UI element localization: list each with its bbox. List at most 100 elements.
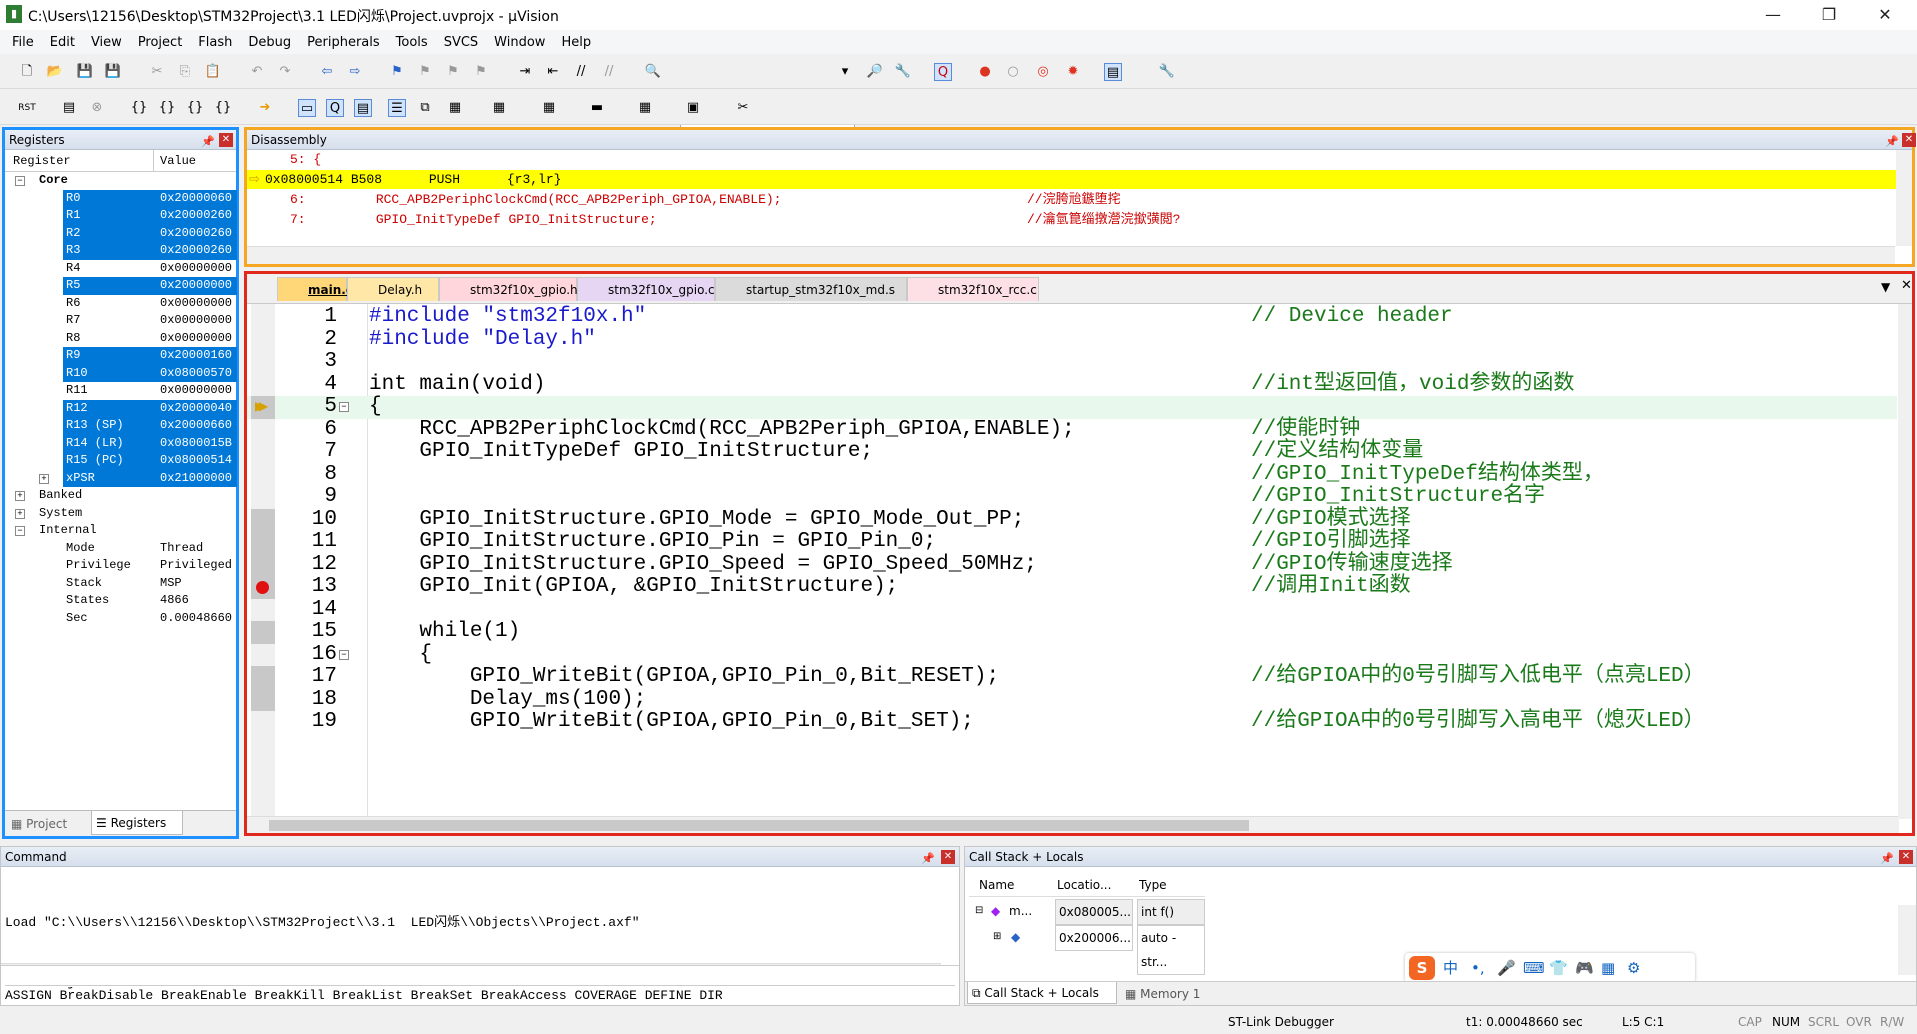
menu-flash[interactable]: Flash <box>190 35 240 50</box>
editor-hscrollbar[interactable] <box>247 816 1899 833</box>
find-dropdown-icon[interactable]: ▾ <box>836 63 854 81</box>
internal-row[interactable]: Mode Thread <box>5 540 236 558</box>
close-button[interactable]: ✕ <box>1862 0 1908 30</box>
find-in-files-icon[interactable]: 🔍 <box>644 63 662 81</box>
insert-breakpoint-icon[interactable]: ● <box>976 63 994 81</box>
callstack-row[interactable]: ⊟ ◆ m... 0x080005... int f() <box>969 899 1205 925</box>
bookmark-clear-icon[interactable]: ⚑ <box>472 63 490 81</box>
ime-settings-icon[interactable]: ⚙ <box>1627 953 1640 983</box>
register-row[interactable]: R14 (LR) 0x0800015B <box>5 434 237 452</box>
watch-window-icon[interactable]: ▦ <box>446 99 464 117</box>
copy-icon[interactable]: ⎘ <box>176 63 194 81</box>
register-row[interactable]: R8 0x00000000 <box>5 330 236 348</box>
column-type[interactable]: Type <box>1139 873 1167 897</box>
menu-help[interactable]: Help <box>553 35 599 50</box>
tab-delay-h[interactable]: Delay.h <box>347 277 439 301</box>
code-line[interactable]: 1 #include "stm32f10x.h" // Device header <box>247 305 1897 329</box>
run-icon[interactable]: ▤ <box>60 99 78 117</box>
kill-all-breakpoints-icon[interactable]: ✹ <box>1064 63 1082 81</box>
code-line[interactable]: 17 GPIO_WriteBit(GPIOA,GPIO_Pin_0,Bit_RE… <box>247 665 1897 689</box>
register-row[interactable]: R2 0x20000260 <box>5 224 237 242</box>
show-next-statement-icon[interactable]: ➜ <box>256 99 274 117</box>
register-value[interactable]: 0x20000660 <box>157 417 237 435</box>
code-line[interactable]: 18 Delay_ms(100); <box>247 688 1897 711</box>
menu-file[interactable]: File <box>4 35 42 50</box>
bookmark-next-icon[interactable]: ⚑ <box>444 63 462 81</box>
close-icon[interactable]: ✕ <box>1902 133 1916 147</box>
register-value[interactable]: 0x21000000 <box>157 469 237 487</box>
tab-registers[interactable]: ☰ Registers <box>91 811 183 835</box>
unindent-icon[interactable]: ⇤ <box>544 63 562 81</box>
stop-icon[interactable]: ⊗ <box>88 99 106 117</box>
register-row[interactable]: R9 0x20000160 <box>5 347 237 365</box>
menu-project[interactable]: Project <box>130 35 190 50</box>
tab-memory-1[interactable]: ▦ Memory 1 <box>1121 984 1221 1004</box>
fold-toggle-icon[interactable]: − <box>339 649 349 660</box>
register-value[interactable]: 0x20000260 <box>157 224 237 242</box>
code-line[interactable]: 7 GPIO_InitTypeDef GPIO_InitStructure; //… <box>247 440 1897 464</box>
command-input[interactable] <box>1 965 959 987</box>
registers-window-icon[interactable]: ☰ <box>388 99 406 117</box>
register-row[interactable]: R6 0x00000000 <box>5 295 236 313</box>
command-window-icon[interactable]: ▭ <box>298 99 316 117</box>
minimize-button[interactable]: — <box>1750 0 1796 30</box>
register-row[interactable]: R11 0x00000000 <box>5 382 236 400</box>
tab-stm32f10x-gpio-h[interactable]: stm32f10x_gpio.h <box>439 277 578 301</box>
nav-forward-icon[interactable]: ⇨ <box>346 63 364 81</box>
serial-window-icon[interactable]: ▦ <box>540 99 558 117</box>
bookmark-icon[interactable]: ⚑ <box>388 63 406 81</box>
ime-punct-icon[interactable]: •, <box>1471 953 1485 983</box>
ime-skin-icon[interactable]: 👕 <box>1549 953 1568 983</box>
call-stack-window-icon[interactable]: ⧉ <box>416 99 434 117</box>
close-icon[interactable]: ✕ <box>1899 850 1913 864</box>
column-location[interactable]: Locatio... <box>1057 873 1111 897</box>
menu-window[interactable]: Window <box>486 35 553 50</box>
close-icon[interactable]: ✕ <box>219 133 233 147</box>
register-row[interactable]: R15 (PC) 0x08000514 <box>5 452 237 470</box>
comment-icon[interactable]: // <box>572 63 590 81</box>
close-icon[interactable]: ✕ <box>941 850 955 864</box>
register-value[interactable]: 0x20000260 <box>157 242 237 260</box>
step-over-icon[interactable]: {} <box>158 99 176 117</box>
ime-mic-icon[interactable]: 🎤 <box>1497 953 1516 983</box>
close-tab-icon[interactable]: ✕ <box>1901 278 1912 293</box>
core-group[interactable]: − Core <box>5 172 236 190</box>
code-line[interactable]: 2 #include "Delay.h" <box>247 328 1897 352</box>
tab-startup-s[interactable]: startup_stm32f10x_md.s <box>715 277 907 301</box>
internal-row[interactable]: Privilege Privileged <box>5 557 236 575</box>
register-value[interactable]: 0x20000000 <box>157 277 237 295</box>
register-value[interactable]: 0x0800015B <box>157 434 237 452</box>
code-line[interactable]: −16 { <box>247 643 1897 667</box>
open-folder-icon[interactable]: 📂 <box>46 63 64 81</box>
register-value[interactable]: 0x20000160 <box>157 347 237 365</box>
disable-breakpoint-icon[interactable]: ○ <box>1004 63 1022 81</box>
uncomment-icon[interactable]: // <box>600 63 618 81</box>
editor-vscrollbar[interactable] <box>1898 304 1912 819</box>
fold-toggle-icon[interactable]: − <box>339 402 349 412</box>
menu-svcs[interactable]: SVCS <box>436 35 486 50</box>
menu-view[interactable]: View <box>83 35 130 50</box>
pin-icon[interactable]: 📌 <box>201 132 215 152</box>
register-row[interactable]: R1 0x20000260 <box>5 207 237 225</box>
register-row[interactable]: R10 0x08000570 <box>5 364 237 382</box>
code-line[interactable]: 19 GPIO_WriteBit(GPIOA,GPIO_Pin_0,Bit_SE… <box>247 710 1897 734</box>
code-line[interactable]: 12 GPIO_InitStructure.GPIO_Speed = GPIO_… <box>247 553 1897 576</box>
disassembly-content[interactable]: 5: { ⇨ 0x08000514 B508 PUSH {r3,lr} 6: R… <box>247 150 1912 246</box>
disable-all-breakpoints-icon[interactable]: ◎ <box>1034 63 1052 81</box>
code-line[interactable]: 11 GPIO_InitStructure.GPIO_Pin = GPIO_Pi… <box>247 530 1897 554</box>
debug-session-icon[interactable]: Q <box>934 63 952 81</box>
maximize-button[interactable]: ❐ <box>1806 0 1852 30</box>
memory-window-icon[interactable]: ▦ <box>490 99 508 117</box>
tab-project[interactable]: ▦ Project <box>7 813 87 835</box>
menu-peripherals[interactable]: Peripherals <box>299 35 388 50</box>
ime-apps-icon[interactable]: ▦ <box>1601 953 1615 983</box>
column-name[interactable]: Name <box>979 873 1014 897</box>
pin-icon[interactable]: 📌 <box>921 849 935 869</box>
ime-game-icon[interactable]: 🎮 <box>1575 953 1594 983</box>
register-row[interactable]: R7 0x00000000 <box>5 312 236 330</box>
symbols-window-icon[interactable]: ▤ <box>354 99 372 117</box>
column-register[interactable]: Register <box>13 154 71 168</box>
undo-icon[interactable]: ↶ <box>248 63 266 81</box>
code-line[interactable]: 8 //GPIO_InitTypeDef结构体类型， <box>247 463 1897 487</box>
register-value[interactable]: 0x00000000 <box>157 260 237 278</box>
